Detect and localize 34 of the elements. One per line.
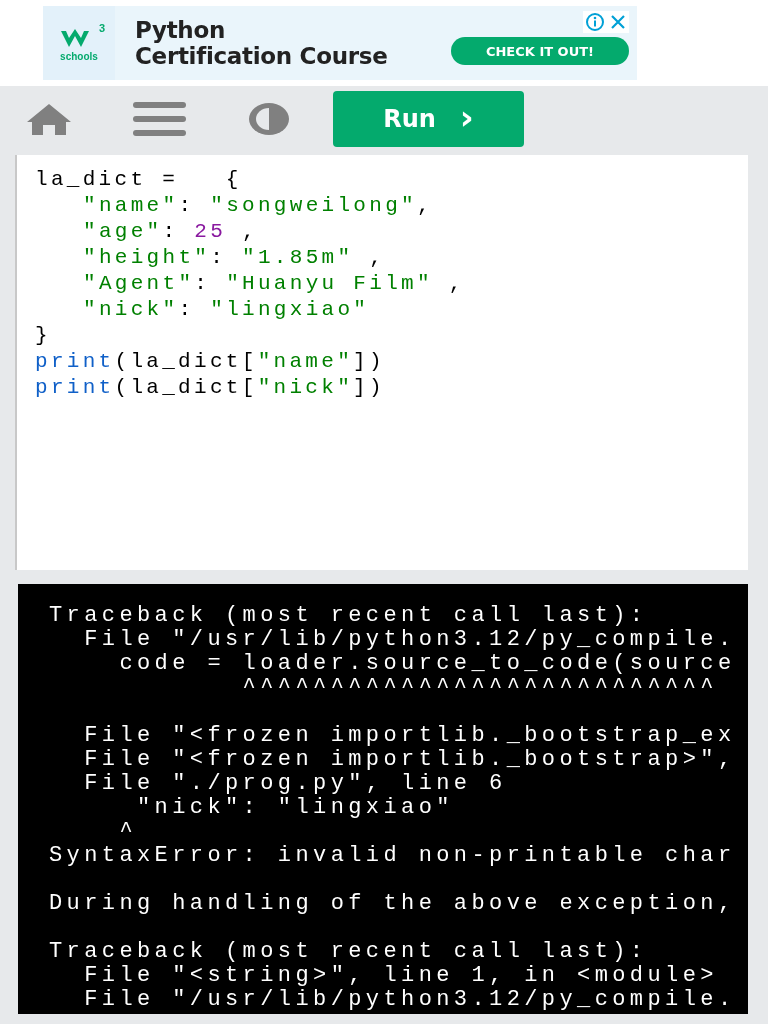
output-line: Traceback (most recent call last): [49, 604, 649, 628]
output-line: File "./prog.py", line 6 [83, 772, 508, 796]
output-line: File "/usr/lib/python3.12/py_compile. [83, 628, 737, 652]
code-line: la_dict = { [35, 167, 243, 193]
code-line: "Agent": "Huanyu Film" , [82, 271, 466, 297]
ad-headline: Python [135, 17, 227, 43]
code-line: print(la_dict["name"]) [35, 349, 386, 375]
output-line: "nick": "lingxiao" [136, 796, 455, 820]
output-line: code = loader.source_to_code(source [118, 652, 737, 676]
code-line: "age": 25 , [82, 219, 259, 245]
output-line: File "/usr/lib/python3.12/py_compile. [83, 988, 737, 1012]
output-line: ^ [118, 820, 138, 844]
output-line: File "<string>", line 1, in <module> [83, 964, 719, 988]
output-line: File "<frozen importlib._bootstrap>", [83, 748, 737, 772]
output-line: Traceback (most recent call last): [49, 940, 649, 964]
logo-superscript: 3 [98, 22, 105, 34]
code-line: "name": "songweilong", [82, 193, 434, 219]
logo-text: schools [60, 50, 98, 62]
ad-banner[interactable]: 3 schools Python Certification Course CHECK IT OUT! [43, 6, 637, 80]
info-icon[interactable] [585, 12, 605, 32]
output-line: File "<frozen importlib._bootstrap_ex [83, 724, 737, 748]
contrast-icon[interactable] [247, 101, 291, 137]
close-icon[interactable] [609, 13, 627, 31]
menu-icon[interactable] [133, 101, 186, 137]
code-line: "height": "1.85m" , [82, 245, 387, 271]
ad-headline: Certification Course [135, 43, 388, 69]
home-icon[interactable] [26, 102, 72, 136]
output-line: SyntaxError: invalid non-printable char [49, 844, 737, 868]
output-line: ^^^^^^^^^^^^^^^^^^^^^^^^^^^ [241, 676, 719, 700]
code-line: } [35, 323, 52, 349]
output-line: During handling of the above exception, [49, 892, 737, 916]
code-line: print(la_dict["nick"]) [35, 375, 386, 401]
code-line: "nick": "lingxiao" [82, 297, 371, 323]
code-editor[interactable]: la_dict = { "name": "songweilong", "age": 25 , "height": "1.85m" , "Agent": "Huanyu Film" , "nick": "lingxiao" } print(la_dict["name"]) print(la_dict["nick"]) [17, 155, 748, 570]
